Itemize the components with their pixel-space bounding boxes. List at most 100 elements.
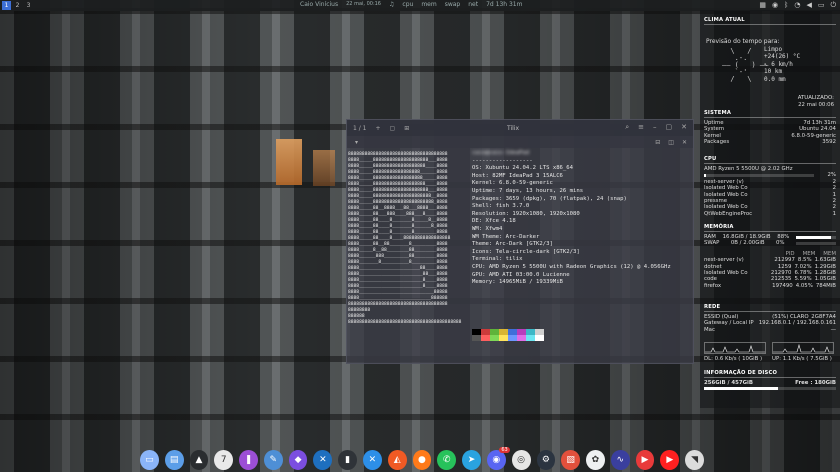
clock[interactable]: 22 mai, 00:16: [346, 1, 381, 8]
google-drive-icon[interactable]: ▲: [189, 450, 209, 470]
firefox-icon[interactable]: ●: [412, 450, 432, 470]
dock-glyph: ◆: [294, 455, 302, 465]
weather-precipitation: 0.0 mm: [764, 75, 786, 83]
bluetooth-icon[interactable]: ᛒ: [784, 1, 788, 10]
weather-details: Limpo +24(26) °C ↖ 6 km/h 10 km 0.0 mm: [764, 46, 800, 83]
download-sparkline: [705, 345, 765, 353]
bell-icon[interactable]: ♫: [389, 1, 394, 8]
process-pid: 197490: [772, 282, 793, 289]
remote-desktop-icon[interactable]: ✕: [363, 450, 382, 470]
video-icon[interactable]: ▶: [635, 450, 655, 470]
sysinfo-header: caio@caio-IdeaPad: [472, 150, 530, 156]
ascii-line: 8888_____88____8____88888888888888888: [348, 235, 451, 241]
sysinfo-line: WM: Xfwm4: [472, 225, 503, 232]
tray-app-icon[interactable]: ▦: [759, 1, 766, 10]
close-terminal-icon[interactable]: ✕: [682, 139, 687, 146]
sysinfo-line: Terminal: tilix: [472, 256, 523, 263]
mac-label: Mac: [704, 326, 715, 333]
whatsapp-icon[interactable]: ✆: [437, 450, 457, 470]
mem-monitor[interactable]: mem: [421, 1, 436, 8]
process-mem: 784MiB: [815, 282, 836, 289]
proton-vpn-icon[interactable]: ◆: [288, 450, 308, 470]
cpu-monitor[interactable]: cpu: [402, 1, 413, 8]
telegram-icon[interactable]: ➤: [462, 450, 481, 470]
workspace-2[interactable]: 2: [13, 1, 22, 10]
dock-glyph: ✆: [442, 455, 451, 465]
system-row: Packages 3592: [700, 139, 840, 145]
menu-icon[interactable]: ≡: [638, 123, 644, 132]
power-icon[interactable]: ⏻: [830, 1, 836, 10]
divider: [704, 377, 836, 378]
battery-icon[interactable]: ▭: [818, 1, 825, 10]
dock-glyph: ●: [418, 455, 426, 465]
tab-counter[interactable]: 1 / 1: [353, 125, 366, 132]
dock-glyph: ▮: [345, 455, 351, 465]
ascii-line: 8888_____88___888____888___8____8888: [348, 211, 448, 217]
sysinfo-line: WM Theme: Arc-Darker: [472, 233, 540, 240]
palette-row-bright: [472, 335, 544, 341]
sysinfo-line: Host: 82MF IdeaPad 3 15ALC6: [472, 172, 563, 179]
ascii-line: 8888888888888888888888888888888888888888…: [348, 319, 462, 325]
discord-icon[interactable]: ◉ 63: [486, 447, 510, 470]
workspace-switcher: 1 2 3: [2, 1, 33, 10]
tray-status-icon[interactable]: ◉: [772, 1, 778, 10]
sysinfo-line: Memory: 14965MiB / 19339MiB: [472, 279, 563, 286]
dock-glyph: ▧: [566, 455, 575, 465]
camera-icon[interactable]: ◎: [511, 450, 531, 470]
user-name[interactable]: Caio Vinícius: [300, 1, 338, 8]
color-swatch: [472, 335, 481, 341]
net-monitor[interactable]: net: [468, 1, 478, 8]
dock-glyph: ▶: [666, 455, 674, 465]
upload-graph: [772, 342, 834, 354]
podcast-icon[interactable]: ❚: [239, 450, 258, 470]
ascii-line: 8888_____8888888888888888888888_8888: [348, 199, 448, 205]
files-icon[interactable]: ▭: [140, 450, 159, 470]
color-swatch: [526, 335, 535, 341]
calendar-icon[interactable]: 7: [214, 450, 234, 470]
terminal-output[interactable]: 888888888888888888888888888888888888 8888…: [347, 148, 693, 363]
application-dock: ▭ ▤ ▲ 7 ❚ ✎ ◆ ✕ ▮ ✕ ◭ ● ✆ ➤ ◉ 63 ◎ ⚙ ▧ ✿ ∿ ▶ ▶ ◥: [138, 447, 704, 472]
image-viewer-icon[interactable]: ▧: [561, 450, 581, 470]
steam-icon[interactable]: ⚙: [536, 450, 556, 470]
swap-monitor[interactable]: swap: [445, 1, 461, 8]
minimize-icon[interactable]: –: [653, 123, 657, 132]
clipboard-icon[interactable]: ▢: [390, 125, 396, 132]
youtube-icon[interactable]: ▶: [660, 450, 680, 470]
ascii-line: 8888_______________________8____8888: [348, 277, 448, 283]
dock-glyph: ▲: [195, 455, 203, 465]
wifi-icon[interactable]: ◔: [794, 1, 800, 10]
workspace-1[interactable]: 1: [2, 1, 11, 10]
workspace-3[interactable]: 3: [24, 1, 33, 10]
maximize-icon[interactable]: ▢: [666, 123, 673, 132]
new-session-icon[interactable]: ⊞: [404, 125, 409, 132]
ascii-line: 8888______888_________88________8888: [348, 253, 448, 259]
volume-icon[interactable]: ◀: [806, 1, 811, 10]
download-rate: DL: 0.6 Kb/s ( 10GiB ): [704, 356, 763, 362]
ascii-line: 8888_____88____8_______8______8_8888: [348, 223, 448, 229]
dock-glyph: ▭: [145, 455, 154, 465]
flower-icon[interactable]: ✿: [586, 450, 605, 470]
split-horizontal-icon[interactable]: ⊟: [655, 139, 660, 146]
budgie-icon[interactable]: ◥: [685, 450, 704, 470]
audio-icon[interactable]: ∿: [610, 450, 630, 470]
add-terminal-icon[interactable]: ▾: [355, 139, 358, 146]
sysinfo-line: Packages: 3659 (dpkg), 70 (flatpak), 24 …: [472, 195, 627, 202]
notes-icon[interactable]: ✎: [263, 450, 283, 470]
folder-icon[interactable]: ▤: [164, 450, 184, 470]
terminal-window[interactable]: 1 / 1 + ▢ ⊞ Tilix ⌕ ≡ – ▢ ✕ ▾ ⊟ ◫ ✕ 8888…: [346, 119, 694, 364]
dock-glyph: ✕: [368, 455, 377, 465]
terminal-icon[interactable]: ▮: [338, 450, 358, 470]
download-graph: [704, 342, 766, 354]
brave-icon[interactable]: ◭: [387, 450, 407, 470]
ascii-line: 8888_______8__________8_________8888: [348, 259, 448, 265]
terminal-titlebar[interactable]: 1 / 1 + ▢ ⊞ Tilix ⌕ ≡ – ▢ ✕: [347, 120, 693, 136]
split-vertical-icon[interactable]: ◫: [668, 139, 674, 146]
sysinfo-line: Resolution: 1920x1080, 1920x1080: [472, 210, 580, 217]
add-tab-icon[interactable]: +: [375, 125, 380, 132]
search-icon[interactable]: ⌕: [625, 123, 629, 132]
mac-value: —: [830, 326, 836, 333]
swap-value: 0B / 2.00GiB: [730, 240, 765, 247]
ascii-line: 8888_______________________88___8888: [348, 271, 448, 277]
vscode-icon[interactable]: ✕: [313, 450, 333, 470]
close-icon[interactable]: ✕: [681, 123, 687, 132]
